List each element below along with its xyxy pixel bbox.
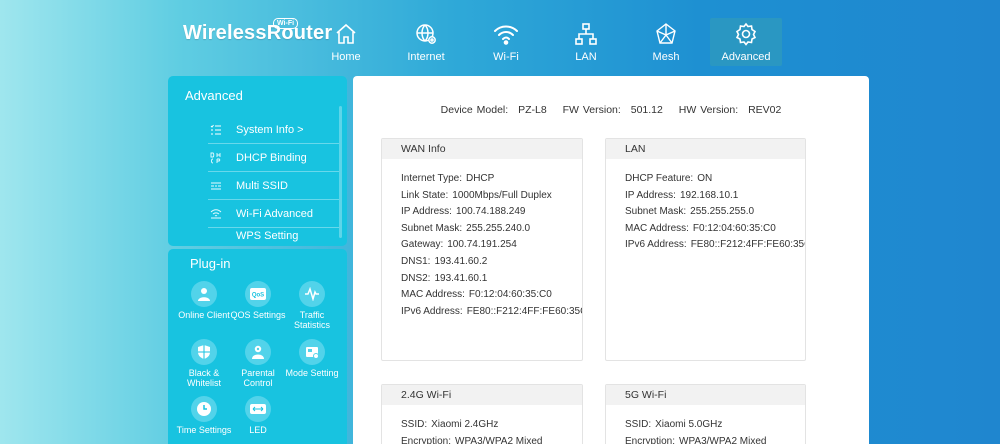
hw-version: HW Version: REV02 bbox=[678, 104, 782, 116]
advanced-gear-icon bbox=[733, 21, 759, 47]
panel-title: Plug-in bbox=[190, 256, 231, 271]
top-nav: Home Internet Wi-Fi LAN Mesh Advanced bbox=[306, 18, 786, 66]
menu-multi-ssid[interactable]: Multi SSID bbox=[208, 172, 339, 200]
plugin-online-client[interactable]: Online Client bbox=[174, 281, 234, 320]
main-content: Device Model: PZ-L8 FW Version: 501.12 H… bbox=[353, 76, 869, 444]
shield-icon bbox=[191, 339, 217, 365]
wan-rows: Internet Type: DHCP Link State: 1000Mbps/F… bbox=[382, 159, 582, 320]
plugin-label: Parental Control bbox=[241, 368, 275, 388]
plugin-time-settings[interactable]: Time Settings bbox=[174, 396, 234, 435]
fw-version: FW Version: 501.12 bbox=[562, 104, 663, 116]
wifi-advanced-icon bbox=[208, 208, 236, 219]
menu-dhcp-binding[interactable]: DHCP Binding bbox=[208, 144, 339, 172]
nav-label: Advanced bbox=[721, 51, 771, 63]
advanced-panel: Advanced System Info > DHCP Binding Mult… bbox=[168, 76, 347, 246]
menu-label: DHCP Binding bbox=[236, 151, 307, 164]
menu-system-info[interactable]: System Info > bbox=[208, 116, 339, 144]
system-info-icon bbox=[208, 124, 236, 135]
ssid-icon bbox=[208, 181, 236, 191]
device-model: Device Model: PZ-L8 bbox=[440, 104, 547, 116]
menu-label: Wi-Fi Advanced bbox=[236, 207, 314, 220]
nav-label: LAN bbox=[575, 51, 597, 63]
card-title: 2.4G Wi-Fi bbox=[382, 385, 582, 405]
lan-rows: DHCP Feature: ON IP Address: 192.168.10.1 … bbox=[606, 159, 805, 254]
advanced-menu: System Info > DHCP Binding Multi SSID Wi… bbox=[208, 116, 347, 242]
menu-label: System Info > bbox=[236, 123, 304, 136]
info-row: IPv6 Address: FE80::F212:4FF:FE60:35C0 bbox=[401, 305, 583, 317]
menu-label: Multi SSID bbox=[236, 179, 288, 192]
nav-label: Wi-Fi bbox=[493, 51, 519, 63]
card-title: WAN Info bbox=[382, 139, 582, 159]
info-row: MAC Address: F0:12:04:60:35:C0 bbox=[401, 289, 552, 301]
device-info-line: Device Model: PZ-L8 FW Version: 501.12 H… bbox=[353, 104, 869, 116]
menu-wifi-advanced[interactable]: Wi-Fi Advanced bbox=[208, 200, 339, 228]
plugin-label: Time Settings bbox=[176, 425, 232, 435]
card-title: LAN bbox=[606, 139, 805, 159]
plugin-parental-control[interactable]: Parental Control bbox=[228, 339, 288, 388]
plugin-label: Black & Whitelist bbox=[186, 368, 221, 388]
info-row: Internet Type: DHCP bbox=[401, 173, 495, 184]
info-row: DHCP Feature: ON bbox=[625, 173, 713, 184]
user-icon bbox=[191, 281, 217, 307]
plugin-label: Mode Setting bbox=[285, 368, 339, 378]
plugin-label: Traffic Statistics bbox=[293, 310, 330, 330]
wifi5-rows: SSID: Xiaomi 5.0GHz Encryption: WPA3/WPA2 … bbox=[606, 405, 805, 444]
lan-topology-icon bbox=[573, 21, 599, 47]
nav-label: Home bbox=[331, 51, 361, 63]
panel-title: Advanced bbox=[185, 88, 243, 103]
lan-info-card: LAN DHCP Feature: ON IP Address: 192.168.1… bbox=[605, 138, 806, 361]
info-row: SSID: Xiaomi 5.0GHz bbox=[625, 419, 723, 430]
menu-wps-setting[interactable]: WPS Setting bbox=[208, 228, 339, 242]
nav-internet[interactable]: Internet bbox=[386, 18, 466, 66]
plugin-label: QOS Settings bbox=[230, 310, 286, 320]
wifi-5g-card: 5G Wi-Fi SSID: Xiaomi 5.0GHz Encryption: W… bbox=[605, 384, 806, 444]
plugin-label: LED bbox=[249, 425, 267, 435]
globe-gear-icon bbox=[413, 21, 439, 47]
dhcp-icon bbox=[208, 152, 236, 164]
nav-wifi[interactable]: Wi-Fi bbox=[466, 18, 546, 66]
info-row: DNS1: 193.41.60.2 bbox=[401, 255, 488, 267]
nav-mesh[interactable]: Mesh bbox=[626, 18, 706, 66]
wifi-24g-card: 2.4G Wi-Fi SSID: Xiaomi 2.4GHz Encryption… bbox=[381, 384, 583, 444]
wifi-icon bbox=[493, 21, 519, 47]
info-row: Encryption: WPA3/WPA2 Mixed bbox=[625, 435, 767, 444]
parent-icon bbox=[245, 339, 271, 365]
card-title: 5G Wi-Fi bbox=[606, 385, 805, 405]
wifi-badge: Wi-Fi bbox=[273, 18, 299, 29]
nav-home[interactable]: Home bbox=[306, 18, 386, 66]
info-row: Link State: 1000Mbps/Full Duplex bbox=[401, 189, 552, 201]
nav-label: Mesh bbox=[652, 51, 680, 63]
wan-info-card: WAN Info Internet Type: DHCP Link State: 1… bbox=[381, 138, 583, 361]
plugin-mode-setting[interactable]: Mode Setting bbox=[282, 339, 342, 378]
plugin-panel: Plug-in Online Client QoS QOS Settings T… bbox=[168, 249, 347, 444]
menu-label: WPS Setting bbox=[236, 230, 299, 242]
nav-label: Internet bbox=[407, 51, 445, 63]
led-icon bbox=[245, 396, 271, 422]
mesh-icon bbox=[653, 21, 679, 47]
plugin-label: Online Client bbox=[178, 310, 230, 320]
svg-text:QoS: QoS bbox=[252, 293, 264, 299]
info-row: Gateway: 100.74.191.254 bbox=[401, 239, 517, 251]
info-row: IPv6 Address: FE80::F212:4FF:FE60:35C1 bbox=[625, 239, 805, 251]
plugin-qos-settings[interactable]: QoS QOS Settings bbox=[228, 281, 288, 320]
nav-advanced[interactable]: Advanced bbox=[710, 18, 782, 66]
mode-icon bbox=[299, 339, 325, 365]
info-row: Subnet Mask: 255.255.255.0 bbox=[625, 206, 755, 218]
info-row: MAC Address: F0:12:04:60:35:C0 bbox=[625, 222, 776, 234]
plugin-traffic-statistics[interactable]: Traffic Statistics bbox=[282, 281, 342, 330]
info-row: Subnet Mask: 255.255.240.0 bbox=[401, 222, 531, 234]
nav-lan[interactable]: LAN bbox=[546, 18, 626, 66]
info-row: DNS2: 193.41.60.1 bbox=[401, 272, 488, 284]
qos-icon: QoS bbox=[245, 281, 271, 307]
pulse-icon bbox=[299, 281, 325, 307]
plugin-black-whitelist[interactable]: Black & Whitelist bbox=[174, 339, 234, 388]
info-row: SSID: Xiaomi 2.4GHz bbox=[401, 419, 499, 430]
info-row: Encryption: WPA3/WPA2 Mixed bbox=[401, 435, 543, 444]
plugin-led[interactable]: LED bbox=[228, 396, 288, 435]
clock-icon bbox=[191, 396, 217, 422]
wifi24-rows: SSID: Xiaomi 2.4GHz Encryption: WPA3/WPA2 … bbox=[382, 405, 582, 444]
info-row: IP Address: 192.168.10.1 bbox=[625, 189, 739, 201]
info-row: IP Address: 100.74.188.249 bbox=[401, 206, 526, 218]
home-icon bbox=[333, 21, 359, 47]
